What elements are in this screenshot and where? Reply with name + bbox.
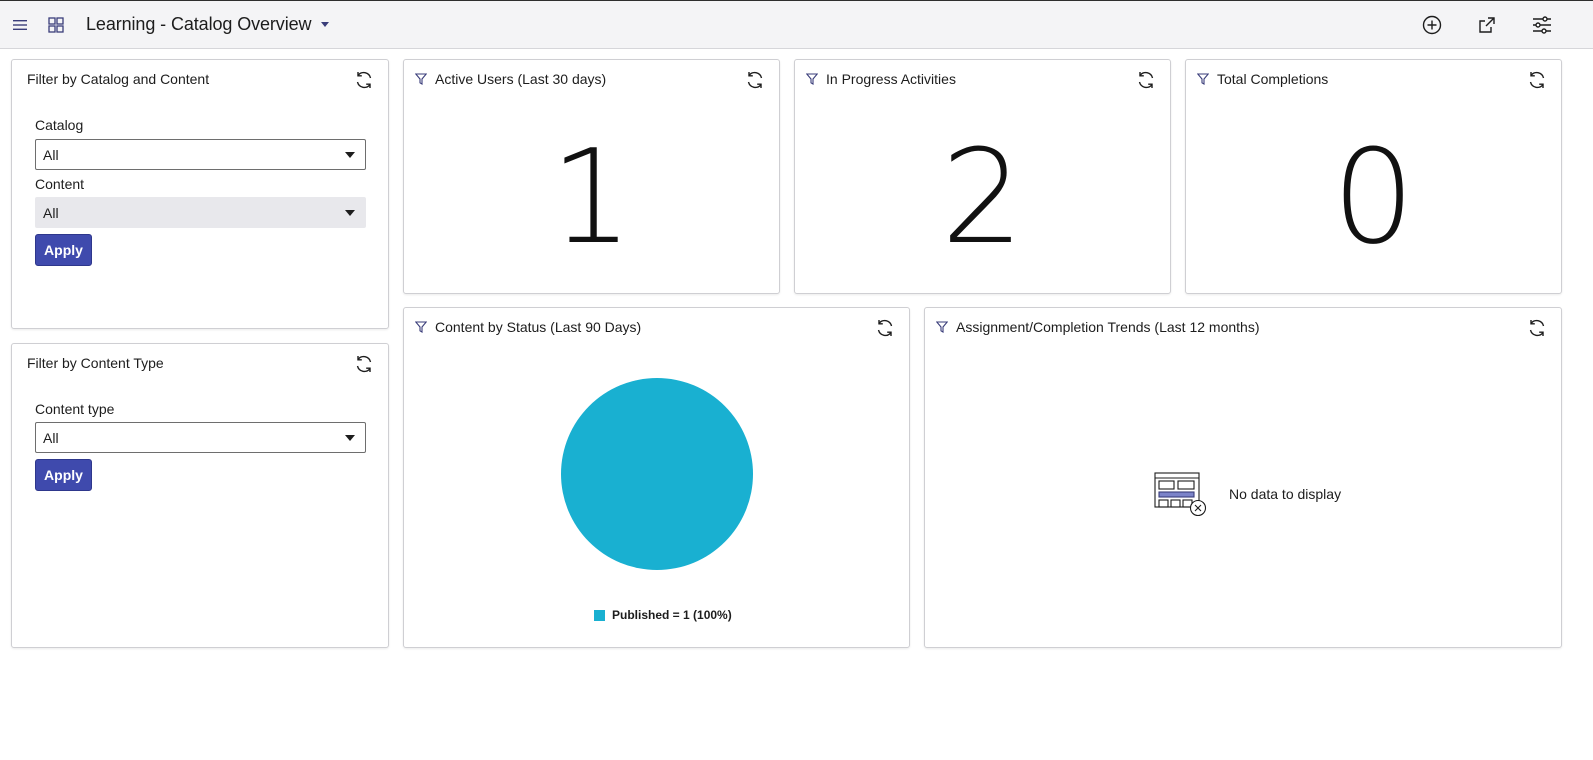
- widget-title: In Progress Activities: [826, 71, 956, 87]
- catalog-select-value: All: [43, 147, 59, 163]
- widget-title: Filter by Content Type: [27, 355, 164, 371]
- filter-icon[interactable]: [936, 321, 948, 333]
- kpi-value[interactable]: 1: [404, 122, 779, 272]
- widget-title: Assignment/Completion Trends (Last 12 mo…: [956, 319, 1260, 335]
- chart-legend[interactable]: Published = 1 (100%): [594, 608, 732, 622]
- filter-icon[interactable]: [806, 73, 818, 85]
- content-label: Content: [35, 176, 85, 192]
- refresh-icon[interactable]: [1136, 70, 1156, 90]
- empty-state: No data to display: [1153, 471, 1341, 517]
- refresh-icon[interactable]: [745, 70, 765, 90]
- legend-swatch: [594, 609, 605, 621]
- content-type-select-value: All: [43, 430, 59, 446]
- content-select[interactable]: All: [35, 197, 366, 228]
- widget-title: Total Completions: [1217, 71, 1329, 87]
- content-type-label: Content type: [35, 401, 115, 417]
- no-data-text: No data to display: [1229, 486, 1342, 502]
- filter-icon[interactable]: [415, 321, 427, 333]
- title-dropdown-caret-icon[interactable]: [320, 19, 330, 29]
- content-by-status-widget: Content by Status (Last 90 Days) Publish…: [403, 307, 910, 648]
- active-users-widget: Active Users (Last 30 days) 1: [403, 59, 780, 294]
- apply-button[interactable]: Apply: [35, 459, 92, 491]
- filter-icon[interactable]: [1197, 73, 1209, 85]
- filter-content-type-widget: Filter by Content Type Content type All …: [11, 343, 389, 648]
- catalog-label: Catalog: [35, 117, 84, 133]
- settings-sliders-icon[interactable]: [1530, 13, 1554, 37]
- total-completions-widget: Total Completions 0: [1185, 59, 1562, 294]
- add-circle-icon[interactable]: [1420, 13, 1444, 37]
- pie-chart: [561, 378, 753, 570]
- share-icon[interactable]: [1475, 13, 1499, 37]
- chevron-down-icon: [345, 210, 355, 216]
- chevron-down-icon: [345, 435, 355, 441]
- content-type-select[interactable]: All: [35, 422, 366, 453]
- refresh-icon[interactable]: [354, 354, 374, 374]
- widget-title: Active Users (Last 30 days): [435, 71, 607, 87]
- widget-title: Content by Status (Last 90 Days): [435, 319, 642, 335]
- content-select-value: All: [43, 205, 59, 221]
- assignment-completion-trends-widget: Assignment/Completion Trends (Last 12 mo…: [924, 307, 1562, 648]
- top-bar: Learning - Catalog Overview: [0, 0, 1593, 49]
- refresh-icon[interactable]: [875, 318, 895, 338]
- page-title: Learning - Catalog Overview: [86, 14, 312, 34]
- refresh-icon[interactable]: [1527, 318, 1547, 338]
- dashboard-grid-icon[interactable]: [44, 13, 68, 37]
- filter-catalog-widget: Filter by Catalog and Content Catalog Al…: [11, 59, 389, 329]
- apply-button[interactable]: Apply: [35, 234, 92, 266]
- catalog-select[interactable]: All: [35, 139, 366, 170]
- hamburger-menu-icon[interactable]: [8, 13, 32, 37]
- in-progress-activities-widget: In Progress Activities 2: [794, 59, 1171, 294]
- kpi-value[interactable]: 2: [795, 122, 1170, 272]
- no-data-chart-icon: [1154, 472, 1207, 517]
- kpi-value[interactable]: 0: [1186, 122, 1561, 272]
- pie-slice-published[interactable]: [561, 378, 753, 570]
- widget-title: Filter by Catalog and Content: [27, 71, 210, 87]
- refresh-icon[interactable]: [1527, 70, 1547, 90]
- chevron-down-icon: [345, 152, 355, 158]
- filter-icon[interactable]: [415, 73, 427, 85]
- refresh-icon[interactable]: [354, 70, 374, 90]
- legend-label: Published = 1 (100%): [612, 608, 732, 622]
